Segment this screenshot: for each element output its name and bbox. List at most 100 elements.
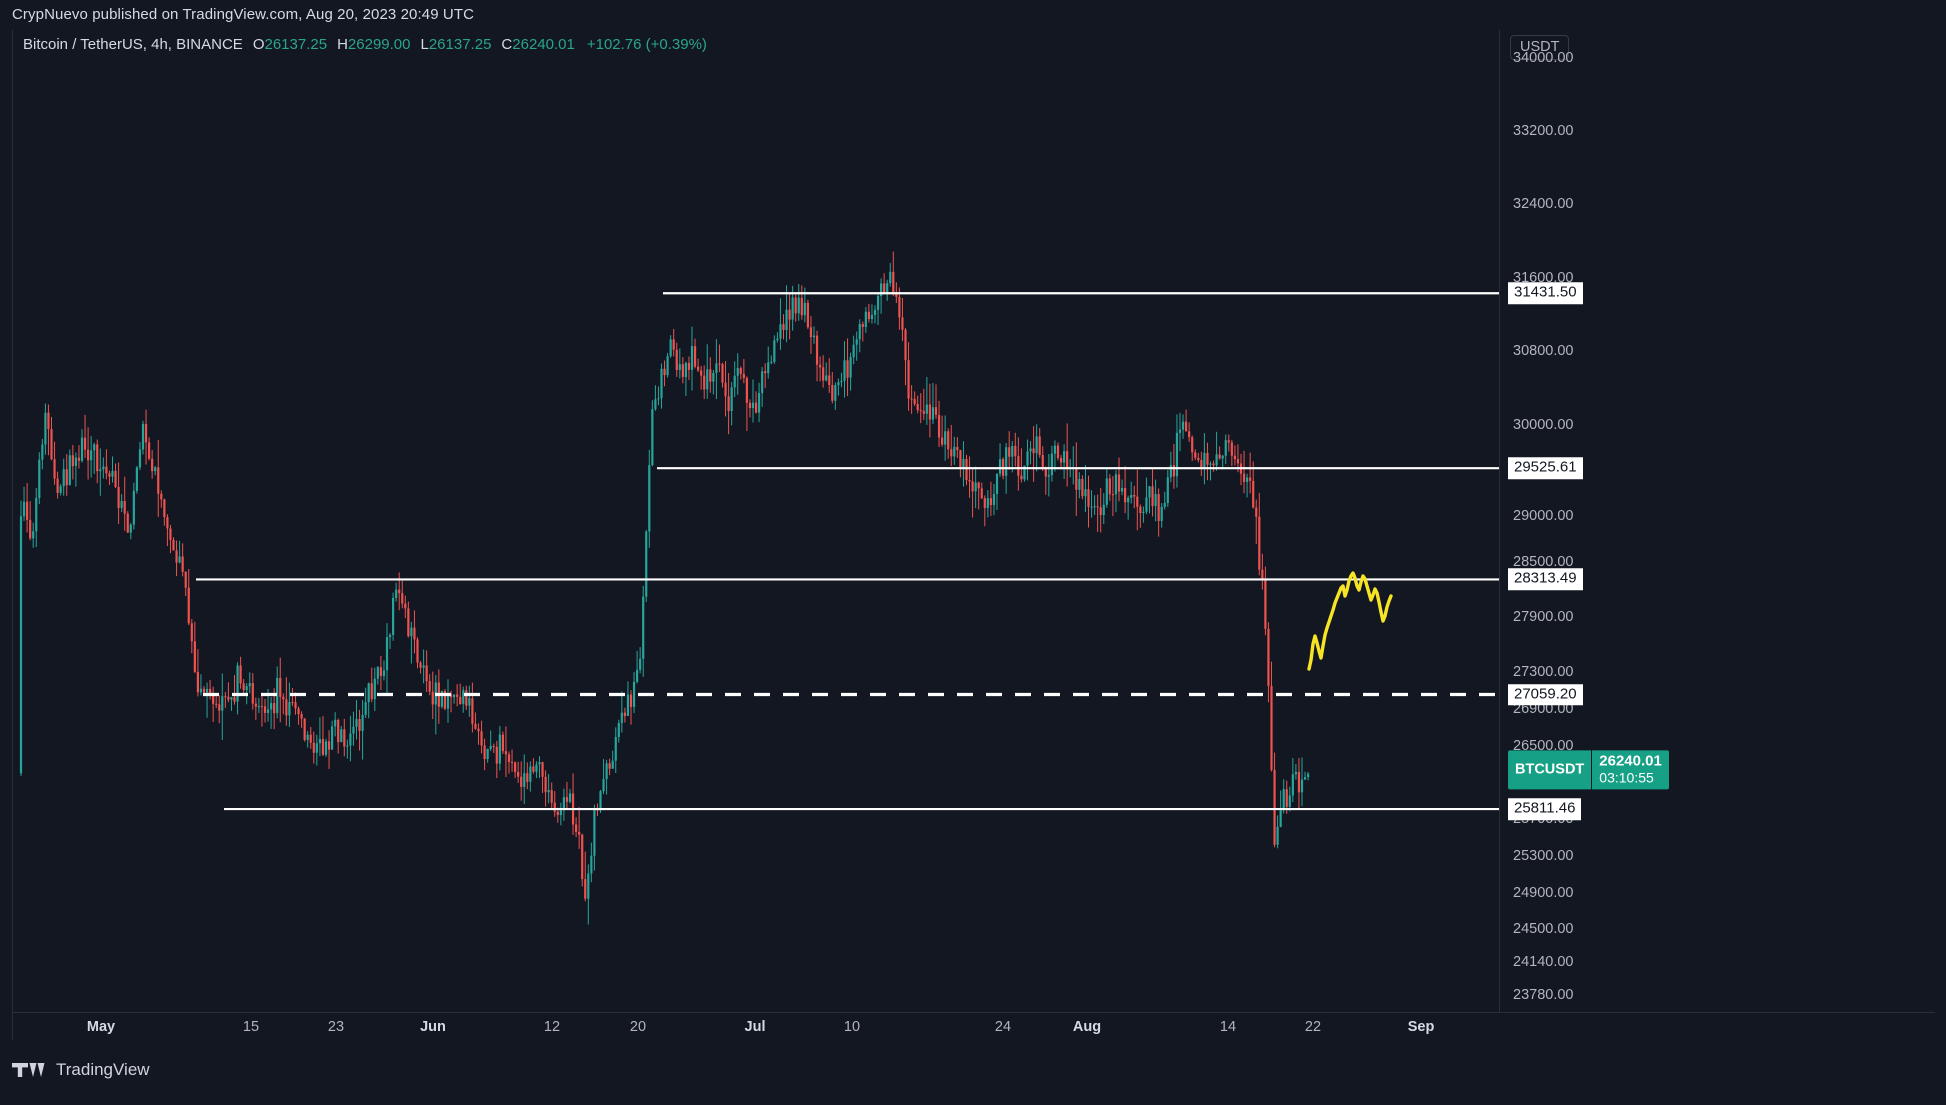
- candle: [236, 662, 239, 715]
- candle: [507, 751, 511, 774]
- candle: [38, 452, 41, 505]
- candle: [358, 709, 361, 751]
- level-label-27059-20[interactable]: 27059.20: [1508, 683, 1583, 706]
- forecast-line: [1307, 571, 1393, 671]
- candle: [1258, 492, 1261, 576]
- candle: [846, 338, 849, 397]
- candle: [721, 362, 724, 388]
- attribution-bar: CrypNuevo published on TradingView.com, …: [0, 0, 1946, 28]
- candle: [1035, 424, 1038, 472]
- candle: [303, 717, 306, 742]
- candle: [1230, 439, 1233, 467]
- candle: [29, 501, 32, 541]
- candle: [514, 761, 517, 779]
- candle: [886, 279, 889, 301]
- candle: [712, 369, 715, 395]
- time-tick-jul: Jul: [744, 1019, 766, 1035]
- candle: [745, 376, 748, 432]
- price-axis[interactable]: USDT 34000.00 33200.00 32400.00 31600.00 308…: [1499, 30, 1935, 1012]
- candle: [1178, 412, 1182, 452]
- candle: [1093, 495, 1096, 516]
- candle: [1096, 494, 1099, 532]
- candle: [794, 294, 797, 322]
- candle: [779, 298, 782, 350]
- candle: [498, 726, 501, 771]
- candle: [1053, 440, 1057, 472]
- chart-plot-area[interactable]: [13, 30, 1499, 1012]
- candle: [1175, 414, 1179, 488]
- candle: [547, 773, 550, 804]
- time-tick-23: 23: [327, 1019, 345, 1035]
- candle: [571, 773, 575, 835]
- candle: [812, 326, 816, 344]
- candle: [1239, 453, 1243, 486]
- candle: [1224, 434, 1227, 464]
- candle: [733, 361, 736, 398]
- candle: [251, 673, 254, 710]
- candle: [602, 759, 605, 794]
- candle: [681, 357, 684, 384]
- candle: [468, 685, 471, 717]
- legend-open-key: O: [252, 36, 265, 53]
- candle: [709, 357, 712, 393]
- legend-symbol[interactable]: Bitcoin / TetherUS, 4h, BINANCE: [23, 36, 243, 53]
- time-axis[interactable]: May 15 23 Jun 12 20 Jul 10 24 Aug 14 22 Sep: [13, 1012, 1935, 1040]
- last-price-badge[interactable]: BTCUSDT 26240.01 03:10:55: [1508, 750, 1669, 790]
- candle: [129, 522, 132, 540]
- candle: [263, 699, 267, 723]
- candle: [1114, 470, 1118, 513]
- candle: [553, 791, 556, 817]
- candle: [407, 601, 410, 638]
- candle: [770, 355, 773, 365]
- candle: [843, 341, 846, 398]
- candle: [1181, 414, 1185, 439]
- candle: [510, 749, 514, 772]
- candle: [754, 391, 758, 414]
- last-price-right: 26240.01 03:10:55: [1592, 750, 1669, 790]
- candle: [831, 371, 834, 404]
- candle: [965, 454, 968, 486]
- candle: [233, 674, 236, 705]
- candle: [980, 482, 983, 500]
- candle: [224, 692, 227, 708]
- candle: [276, 666, 279, 719]
- candle: [324, 738, 328, 757]
- candle: [950, 424, 953, 467]
- candle: [1038, 427, 1041, 458]
- candle: [529, 761, 532, 792]
- candle: [364, 687, 367, 719]
- candle: [166, 514, 169, 547]
- candle: [41, 438, 44, 470]
- candle: [1307, 771, 1310, 781]
- level-label-29525-61[interactable]: 29525.61: [1508, 457, 1583, 479]
- candle: [684, 361, 687, 396]
- candle: [434, 674, 437, 735]
- candle: [1063, 444, 1066, 480]
- candle: [172, 537, 175, 551]
- candle: [1172, 444, 1175, 489]
- candle: [22, 486, 26, 522]
- candle: [138, 441, 142, 471]
- level-label-25811-46[interactable]: 25811.46: [1508, 798, 1582, 820]
- candle: [59, 483, 62, 496]
- candle: [120, 494, 123, 513]
- candle: [626, 681, 630, 717]
- candle: [489, 730, 492, 752]
- candle: [1017, 437, 1020, 491]
- level-label-31431-50[interactable]: 31431.50: [1508, 282, 1583, 304]
- candle: [1297, 757, 1301, 809]
- candle: [401, 580, 404, 609]
- level-label-28313-49[interactable]: 28313.49: [1508, 568, 1583, 591]
- candle: [910, 385, 913, 414]
- candle: [767, 346, 770, 379]
- candle: [983, 495, 986, 527]
- candle: [297, 706, 300, 725]
- candle: [1078, 472, 1081, 499]
- price-tick-30800-00: 30800.00: [1513, 343, 1574, 360]
- candle: [974, 466, 977, 509]
- candle: [190, 619, 193, 654]
- chart-legend: Bitcoin / TetherUS, 4h, BINANCE O 26137.2…: [23, 36, 707, 53]
- candle: [108, 470, 111, 486]
- candle: [346, 739, 349, 759]
- candle: [1276, 815, 1279, 849]
